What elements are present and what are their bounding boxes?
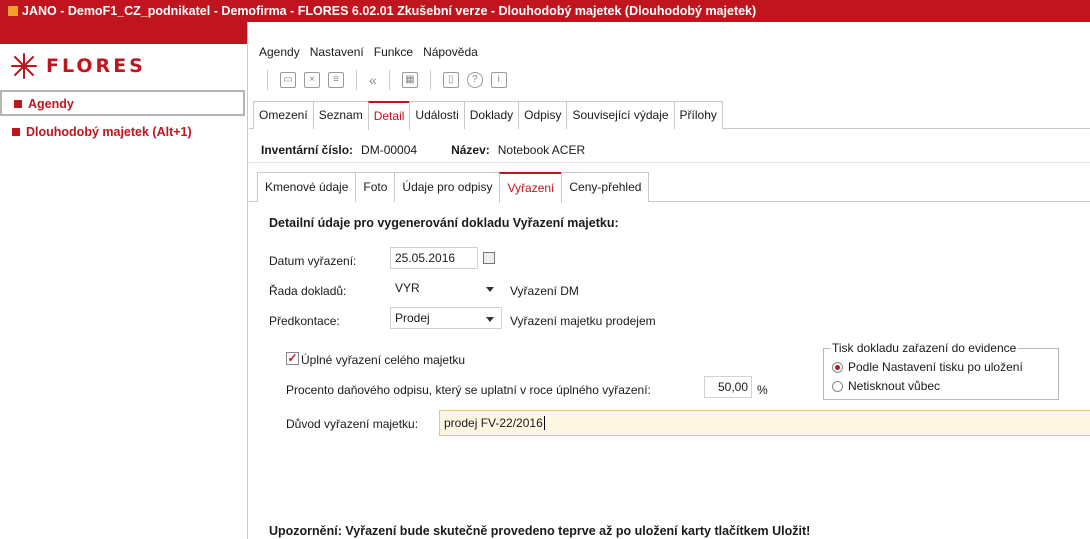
sidebar-item-label: Agendy: [28, 97, 74, 111]
name-value: Notebook ACER: [497, 142, 586, 157]
module-icon: [12, 128, 20, 136]
percent-unit: %: [757, 383, 768, 397]
app-icon: [8, 6, 18, 16]
date-field[interactable]: 25.05.2016: [390, 247, 478, 269]
toolbar-separator: [429, 70, 431, 90]
disposal-form: Detailní údaje pro vygenerování dokladu …: [249, 202, 1090, 539]
percent-field[interactable]: 50,00: [704, 376, 752, 398]
flores-logo-icon: [11, 53, 37, 79]
toolbar-separator: [267, 70, 268, 90]
tab-udalosti[interactable]: Události: [409, 101, 465, 129]
warning-message: Upozornění: Vyřazení bude skutečně prove…: [269, 524, 811, 538]
open-folder-icon[interactable]: ▭: [280, 72, 296, 88]
delete-icon[interactable]: ×: [304, 72, 320, 88]
sidebar-item-label: Dlouhodobý majetek (Alt+1): [26, 125, 192, 139]
tab-prilohy[interactable]: Přílohy: [673, 101, 723, 129]
logo: FLORES: [0, 44, 247, 88]
window-title-bar: JANO - DemoF1_CZ_podnikatel - Demofirma …: [0, 0, 1090, 22]
menu-agendy[interactable]: Agendy: [259, 45, 300, 59]
subtab-udaje-pro-odpisy[interactable]: Údaje pro odpisy: [394, 172, 501, 202]
percent-label: Procento daňového odpisu, který se uplat…: [286, 383, 651, 397]
series-label: Řada dokladů:: [269, 284, 347, 298]
name-label: Název:: [451, 142, 490, 157]
menu-napoveda[interactable]: Nápověda: [423, 45, 478, 59]
tab-doklady[interactable]: Doklady: [463, 101, 520, 129]
menu-bar: Agendy Nastavení Funkce Nápověda: [249, 40, 1090, 64]
toolbar: ▭ × ≡ « ▦ ▯ ? i: [249, 64, 1090, 96]
grid-icon[interactable]: ≡: [328, 72, 344, 88]
collapse-icon[interactable]: «: [369, 72, 377, 88]
table-icon[interactable]: ▦: [401, 72, 418, 88]
menu-nastaveni[interactable]: Nastavení: [310, 45, 364, 59]
window-title: JANO - DemoF1_CZ_podnikatel - Demofirma …: [22, 4, 757, 18]
full-disposal-checkbox[interactable]: ✓: [286, 352, 299, 365]
print-option-label: Podle Nastavení tisku po uložení: [848, 360, 1023, 374]
detail-subtabs: Kmenové údaje Foto Údaje pro odpisy Vyřa…: [249, 172, 1090, 203]
subtab-vyrazeni[interactable]: Vyřazení: [499, 172, 563, 203]
menu-funkce[interactable]: Funkce: [374, 45, 413, 59]
record-info-bar: Inventární číslo: DM-00004 Název: Notebo…: [249, 137, 1090, 163]
tab-odpisy[interactable]: Odpisy: [518, 101, 568, 129]
subtab-kmenove-udaje[interactable]: Kmenové údaje: [257, 172, 357, 202]
sidebar-item-agendy[interactable]: Agendy: [0, 90, 245, 116]
tab-seznam[interactable]: Seznam: [312, 101, 369, 129]
inventory-number-value: DM-00004: [361, 142, 418, 157]
sidebar-header-strip: [0, 22, 247, 44]
print-option-label: Netisknout vůbec: [848, 379, 941, 393]
print-option-radio-settings[interactable]: [832, 362, 843, 373]
main-tabs: Omezení Seznam Detail Události Doklady O…: [249, 101, 1090, 130]
help-icon[interactable]: ?: [466, 72, 483, 88]
toolbar-separator: [388, 70, 390, 90]
reason-input[interactable]: prodej FV-22/2016: [439, 410, 1090, 436]
inventory-number-label: Inventární číslo:: [261, 142, 354, 157]
tab-detail[interactable]: Detail: [367, 101, 411, 130]
document-icon[interactable]: ▯: [442, 72, 459, 88]
text-caret: [543, 416, 545, 430]
tab-omezeni[interactable]: Omezení: [253, 101, 314, 129]
sidebar: FLORES Agendy Dlouhodobý majetek (Alt+1): [0, 22, 248, 539]
toolbar-separator: [356, 70, 357, 90]
subtab-ceny-prehled[interactable]: Ceny-přehled: [561, 172, 650, 202]
print-option-radio-none[interactable]: [832, 381, 843, 392]
chevron-down-icon[interactable]: [486, 317, 494, 322]
print-options-group: Tisk dokladu zařazení do evidence Podle …: [823, 341, 1059, 400]
logo-text: FLORES: [46, 55, 146, 77]
sidebar-item-dlouhodoby-majetek[interactable]: Dlouhodobý majetek (Alt+1): [0, 120, 247, 146]
precontact-description: Vyřazení majetku prodejem: [510, 314, 656, 328]
agendy-icon: [14, 100, 22, 108]
tab-souvisejici-vydaje[interactable]: Související výdaje: [566, 101, 675, 129]
chevron-down-icon[interactable]: [486, 287, 494, 292]
info-icon[interactable]: i: [490, 72, 507, 88]
full-disposal-label: Úplné vyřazení celého majetku: [301, 353, 466, 367]
precontact-label: Předkontace:: [269, 314, 340, 328]
calendar-icon[interactable]: [483, 252, 495, 264]
section-title: Detailní údaje pro vygenerování dokladu …: [269, 216, 619, 230]
reason-value: prodej FV-22/2016: [444, 416, 543, 430]
subtab-foto[interactable]: Foto: [355, 172, 396, 202]
print-group-title: Tisk dokladu zařazení do evidence: [830, 341, 1019, 355]
series-description: Vyřazení DM: [510, 284, 579, 298]
date-label: Datum vyřazení:: [269, 254, 357, 268]
reason-label: Důvod vyřazení majetku:: [286, 417, 419, 431]
